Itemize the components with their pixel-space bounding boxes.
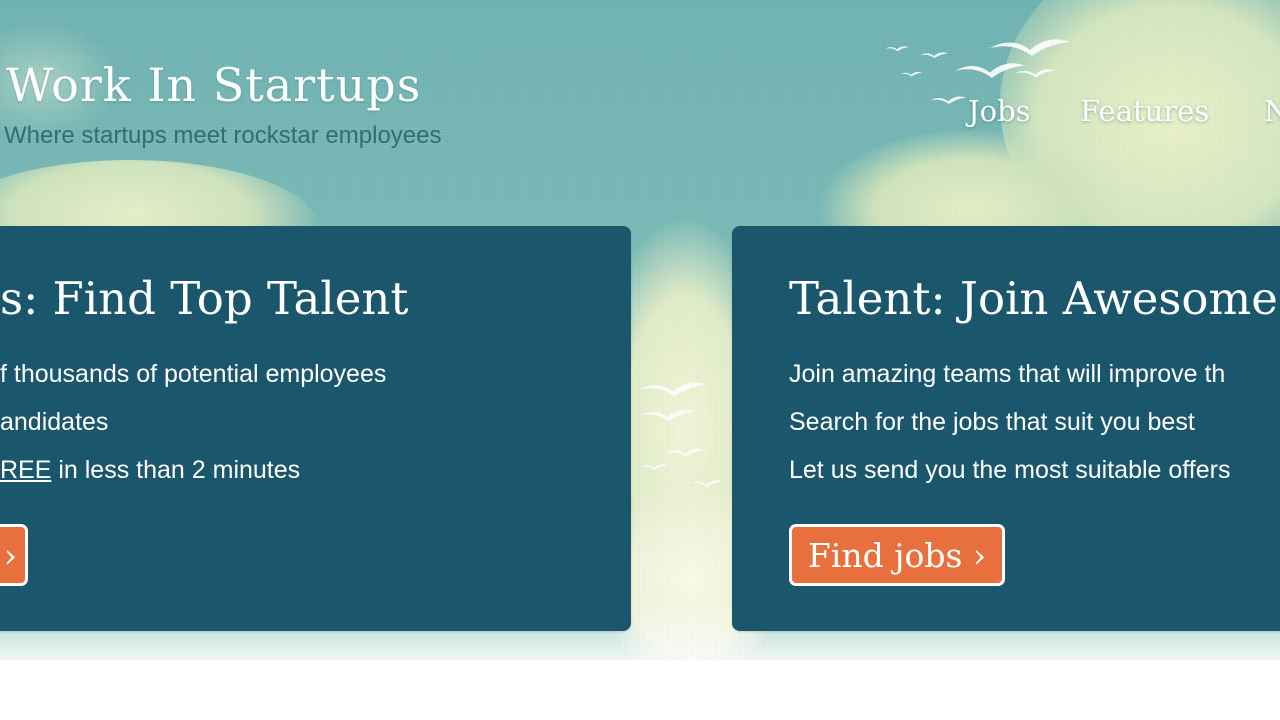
site-logo[interactable]: Work In Startups: [6, 58, 421, 112]
list-item: REE in less than 2 minutes: [0, 456, 301, 484]
talent-panel-title: Talent: Join Awesome: [789, 272, 1278, 325]
free-link[interactable]: REE: [0, 456, 51, 484]
talent-benefits-list: Join amazing teams that will improve th …: [789, 359, 1230, 503]
list-item: andidates: [0, 408, 109, 436]
employers-cta-button[interactable]: ›: [0, 524, 28, 586]
bird-icon: [690, 480, 722, 488]
bird-icon: [639, 382, 707, 397]
bird-icon: [640, 409, 695, 422]
bird-icon: [900, 71, 922, 77]
list-item: Join amazing teams that will improve th: [789, 360, 1226, 388]
nav-jobs[interactable]: Jobs: [968, 94, 1031, 128]
nav-partial-item[interactable]: N: [1264, 94, 1280, 128]
list-item: Search for the jobs that suit you best: [789, 408, 1195, 436]
nav-features[interactable]: Features: [1080, 94, 1209, 128]
bird-icon: [640, 464, 668, 471]
employers-panel: s: Find Top Talent f thousands of potent…: [0, 226, 631, 631]
bird-icon: [885, 46, 909, 52]
talent-panel: Talent: Join Awesome Join amazing teams …: [732, 226, 1280, 631]
bird-icon: [1015, 69, 1055, 78]
find-jobs-button[interactable]: Find jobs ›: [789, 524, 1005, 586]
employers-benefits-list: f thousands of potential employees andid…: [0, 359, 386, 503]
bird-icon: [930, 96, 966, 105]
bird-icon: [920, 52, 948, 59]
bird-icon: [665, 448, 705, 457]
bird-icon: [990, 39, 1070, 56]
list-item: Let us send you the most suitable offers: [789, 456, 1231, 484]
site-tagline: Where startups meet rockstar employees: [4, 122, 442, 149]
employers-panel-title: s: Find Top Talent: [0, 272, 409, 325]
list-item: f thousands of potential employees: [0, 360, 387, 388]
